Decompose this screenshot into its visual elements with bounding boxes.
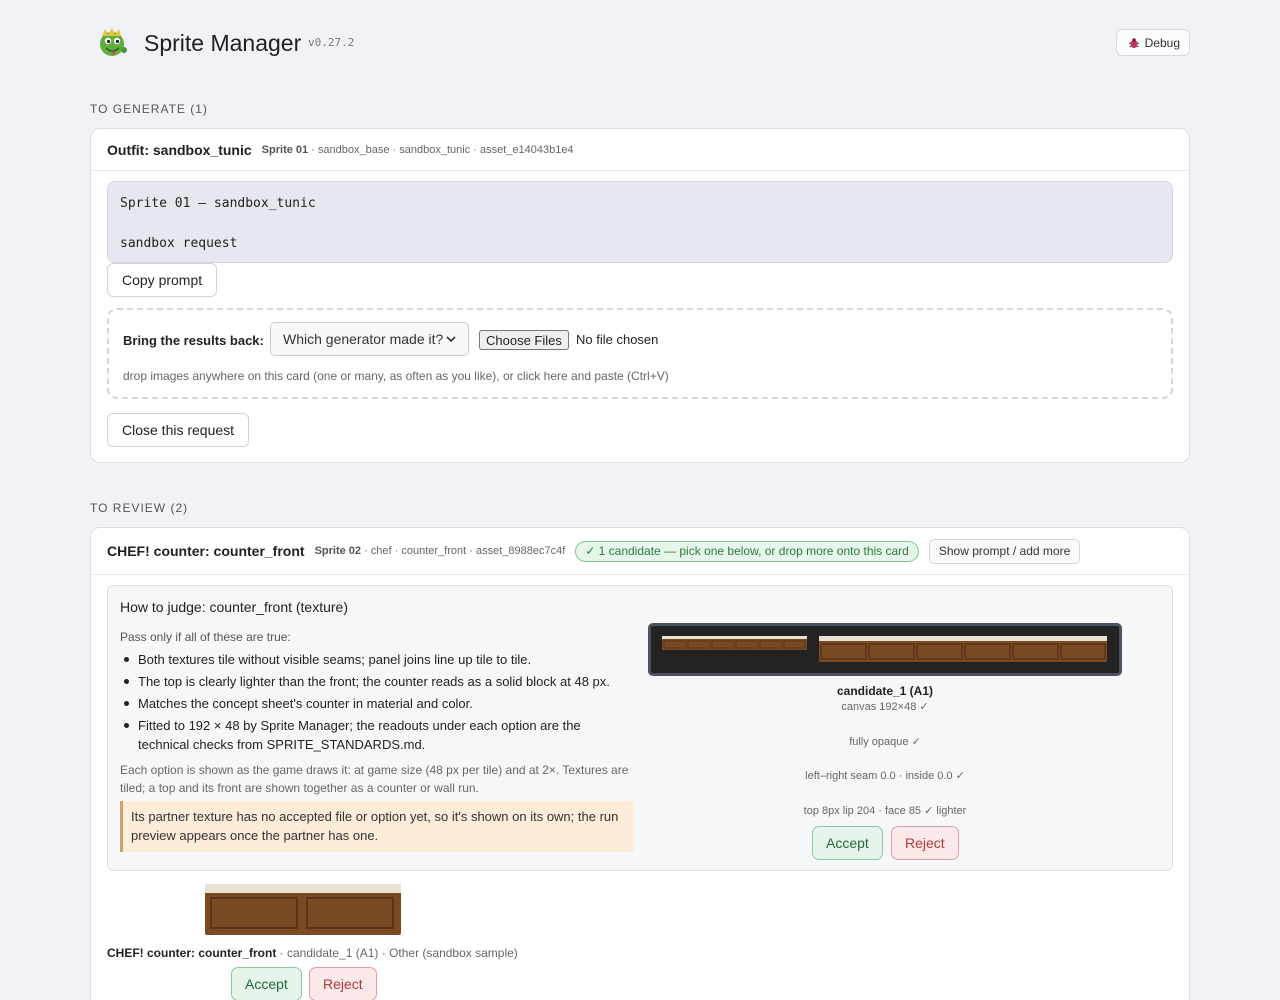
candidate-seam-check: left–right seam 0.0 · inside 0.0 ✓ bbox=[805, 770, 965, 782]
sprite-label: Sprite 01 bbox=[261, 143, 309, 156]
generate-card[interactable]: Outfit: sandbox_tunic Sprite 01 · sandbo… bbox=[90, 128, 1190, 463]
chevron-down-icon bbox=[446, 336, 456, 343]
criteria-item: The top is clearly lighter than the fron… bbox=[122, 672, 632, 691]
app-title: Sprite Manager bbox=[144, 30, 302, 56]
show-prompt-button[interactable]: Show prompt / add more bbox=[928, 538, 1081, 564]
run-preview-image[interactable] bbox=[205, 884, 401, 935]
candidate-count-badge: ✓ 1 candidate — pick one below, or drop … bbox=[575, 540, 919, 562]
criteria-list: Both textures tile without visible seams… bbox=[122, 650, 632, 757]
choose-files-button[interactable]: Choose Files bbox=[479, 330, 569, 350]
review-card[interactable]: CHEF! counter: counter_front Sprite 02 ·… bbox=[90, 527, 1190, 1000]
bug-icon bbox=[1128, 37, 1139, 48]
criteria-item: Both textures tile without visible seams… bbox=[122, 650, 632, 669]
reject-button[interactable]: Reject bbox=[891, 826, 959, 860]
pass-only-text: Pass only if all of these are true: bbox=[120, 630, 291, 644]
candidate-opaque-check: fully opaque ✓ bbox=[849, 736, 921, 748]
candidate-canvas-check: canvas 192×48 ✓ bbox=[841, 701, 929, 713]
section-label-to-generate: TO GENERATE (1) bbox=[90, 102, 208, 116]
card-meta: Sprite 02 · chef · counter_front · asset… bbox=[315, 545, 566, 557]
asset-meta: · sandbox_base · sandbox_tunic · asset_e… bbox=[308, 143, 574, 156]
drop-zone[interactable]: Bring the results back: Which generator … bbox=[107, 308, 1173, 399]
app-version: v0.27.2 bbox=[308, 36, 355, 49]
criteria-item: Matches the concept sheet's counter in m… bbox=[122, 694, 632, 713]
bring-back-label: Bring the results back: bbox=[123, 333, 264, 348]
sprite-label: Sprite 02 bbox=[314, 545, 362, 557]
card-header: CHEF! counter: counter_front Sprite 02 ·… bbox=[91, 528, 1189, 575]
judge-panel: How to judge: counter_front (texture) Pa… bbox=[107, 585, 1173, 871]
card-header: Outfit: sandbox_tunic Sprite 01 · sandbo… bbox=[91, 129, 1189, 171]
judge-title: How to judge: counter_front (texture) bbox=[120, 599, 349, 615]
prompt-text-box[interactable]: Sprite 01 — sandbox_tunic sandbox reques… bbox=[107, 181, 1173, 263]
copy-prompt-button[interactable]: Copy prompt bbox=[107, 263, 218, 297]
close-request-button[interactable]: Close this request bbox=[107, 413, 250, 447]
run-preview-title: CHEF! counter: counter_front bbox=[107, 946, 277, 960]
drop-hint: drop images anywhere on this card (one o… bbox=[123, 369, 669, 383]
card-meta: Sprite 01 · sandbox_base · sandbox_tunic… bbox=[262, 144, 574, 156]
asset-meta: · chef · counter_front · asset_8988ec7c4… bbox=[361, 545, 566, 557]
card-title: CHEF! counter: counter_front bbox=[107, 543, 305, 559]
counter-texture-preview bbox=[662, 636, 1107, 662]
card-title: Outfit: sandbox_tunic bbox=[107, 141, 252, 158]
candidate-preview[interactable] bbox=[648, 623, 1122, 676]
partner-warning: Its partner texture has no accepted file… bbox=[120, 801, 634, 852]
generator-select-value: Which generator made it? bbox=[283, 331, 444, 347]
dragon-logo-icon bbox=[100, 28, 127, 56]
run-preview-meta: · candidate_1 (A1) · Other (sandbox samp… bbox=[276, 946, 518, 960]
criteria-item: Fitted to 192 × 48 by Sprite Manager; th… bbox=[122, 716, 632, 754]
explain-text: Each option is shown as the game draws i… bbox=[120, 763, 629, 795]
candidate-name: candidate_1 (A1) bbox=[836, 684, 934, 698]
debug-label: Debug bbox=[1144, 35, 1180, 50]
run-preview-caption: CHEF! counter: counter_front · candidate… bbox=[107, 946, 518, 960]
section-label-to-review: TO REVIEW (2) bbox=[90, 501, 189, 515]
candidate-lip-check: top 8px lip 204 · face 85 ✓ lighter bbox=[803, 805, 967, 817]
run-reject-button[interactable]: Reject bbox=[309, 967, 377, 1000]
no-file-label: No file chosen bbox=[576, 332, 659, 347]
debug-button[interactable]: Debug bbox=[1115, 29, 1190, 56]
accept-button[interactable]: Accept bbox=[812, 826, 883, 860]
generator-select[interactable]: Which generator made it? bbox=[270, 322, 469, 356]
app-header: Sprite Manager v0.27.2 Debug bbox=[90, 24, 1190, 64]
run-accept-button[interactable]: Accept bbox=[231, 967, 302, 1000]
